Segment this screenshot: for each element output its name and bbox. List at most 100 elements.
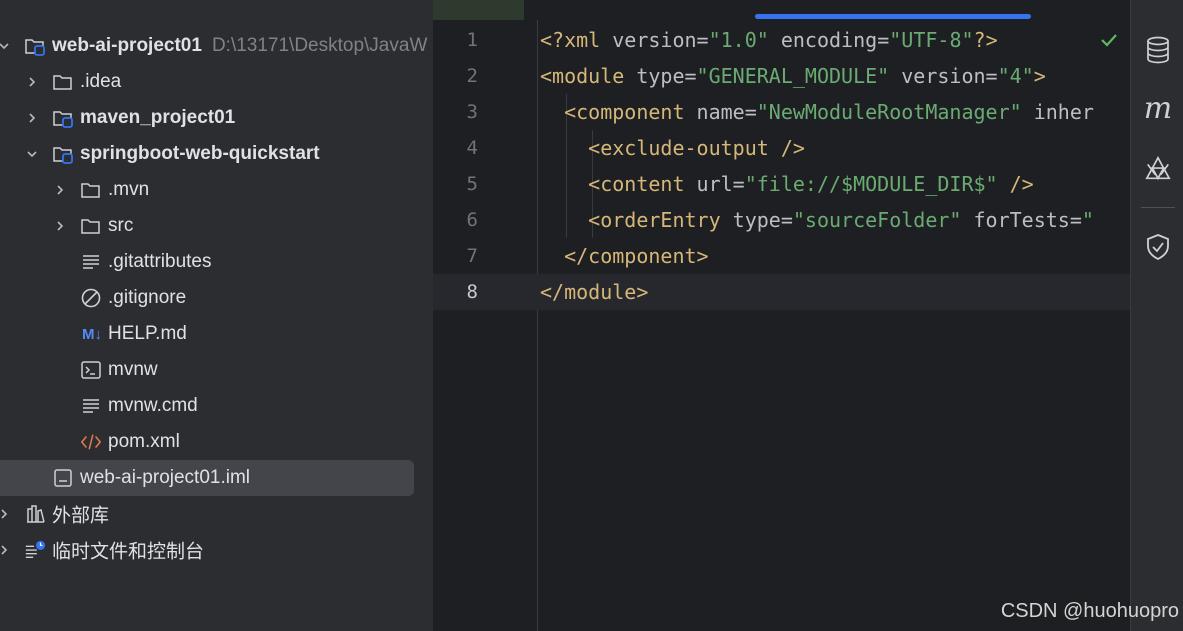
tree-item-mvnw[interactable]: mvnw — [0, 352, 433, 388]
ai-assistant-icon[interactable] — [1144, 155, 1172, 183]
code-text[interactable]: <content url="file://$MODULE_DIR$" /> — [540, 172, 1034, 196]
tree-item-help-md[interactable]: M↓ HELP.md — [0, 316, 433, 352]
tree-item-src[interactable]: src — [0, 208, 433, 244]
tree-item-label: web-ai-project01.iml — [80, 467, 251, 488]
tree-item-mvn[interactable]: .mvn — [0, 172, 433, 208]
active-tab-indicator — [755, 14, 1031, 19]
code-text[interactable]: <module type="GENERAL_MODULE" version="4… — [540, 64, 1046, 88]
code-line[interactable]: 8 </module> — [433, 274, 1130, 310]
line-number: 5 — [466, 173, 478, 195]
code-line[interactable]: 7 </component> — [433, 238, 1130, 274]
code-line[interactable]: 2 <module type="GENERAL_MODULE" version="… — [433, 58, 1130, 94]
line-number: 4 — [466, 137, 478, 159]
code-token: ?> — [973, 28, 998, 52]
tree-item-label: .gitignore — [108, 287, 187, 308]
code-token: " — [1081, 208, 1094, 232]
chevron-right-icon[interactable] — [25, 75, 39, 89]
root-project-path: D:\13171\Desktop\JavaW — [211, 35, 428, 56]
line-number: 8 — [466, 281, 478, 303]
folder-icon — [80, 215, 102, 237]
code-token: name — [696, 100, 745, 124]
code-token: encoding — [768, 28, 878, 52]
code-token: type — [732, 208, 781, 232]
code-text[interactable]: </module> — [540, 280, 648, 304]
line-number: 6 — [466, 209, 478, 231]
tree-item-label: springboot-web-quickstart — [80, 143, 320, 164]
chevron-down-icon[interactable] — [0, 39, 11, 53]
module-folder-icon — [52, 107, 74, 129]
module-folder-icon — [24, 35, 46, 57]
editor-tab-previous[interactable] — [433, 0, 524, 20]
code-token: = — [780, 208, 793, 232]
code-token: > — [1033, 64, 1046, 88]
chevron-right-icon[interactable] — [0, 507, 11, 521]
code-line[interactable]: 6 <orderEntry type="sourceFolder" forTes… — [433, 202, 1130, 238]
chevron-right-icon[interactable] — [53, 219, 67, 233]
code-token: = — [877, 28, 890, 52]
code-line[interactable]: 3 <component name="NewModuleRootManager"… — [433, 94, 1130, 130]
code-token: = — [744, 100, 757, 124]
code-line[interactable]: 5 <content url="file://$MODULE_DIR$" /> — [433, 166, 1130, 202]
code-token: </module> — [540, 280, 649, 304]
chevron-right-icon[interactable] — [0, 543, 11, 557]
code-text[interactable]: <orderEntry type="sourceFolder" forTests… — [540, 208, 1094, 232]
chevron-down-icon[interactable] — [25, 147, 39, 161]
tree-item-mvnw-cmd[interactable]: mvnw.cmd — [0, 388, 433, 424]
tree-item-maven-project01[interactable]: maven_project01 — [0, 100, 433, 136]
code-text[interactable]: </component> — [540, 244, 709, 268]
line-number: 1 — [466, 29, 478, 51]
editor-tab-strip — [433, 0, 1130, 20]
toolbar-separator — [1141, 207, 1175, 208]
partial-toolbar-icon[interactable] — [1144, 0, 1172, 4]
tree-item-idea[interactable]: .idea — [0, 64, 433, 100]
external-libraries-label: 外部库 — [52, 505, 110, 527]
root-name-text: web-ai-project01 — [52, 35, 202, 56]
project-tree-panel: web-ai-project01 D:\13171\Desktop\JavaW .… — [0, 0, 433, 631]
tree-item-external-libraries[interactable]: 外部库 — [0, 496, 433, 532]
code-editor[interactable]: 1 <?xml version="1.0" encoding="UTF-8"?> 2… — [433, 0, 1130, 631]
security-shield-icon[interactable] — [1144, 233, 1172, 261]
chevron-right-icon[interactable] — [53, 183, 67, 197]
tree-item-label: pom.xml — [108, 431, 180, 452]
maven-icon[interactable]: m — [1144, 91, 1172, 126]
code-token: "UTF-8" — [889, 28, 974, 52]
code-token: <module — [540, 64, 637, 88]
code-token: <content — [588, 172, 697, 196]
tree-item-scratches[interactable]: 临时文件和控制台 — [0, 532, 433, 568]
chevron-right-icon[interactable] — [25, 111, 39, 125]
csdn-watermark: CSDN @huohuopro — [1000, 600, 1179, 622]
database-icon[interactable] — [1144, 36, 1172, 64]
checkmark-icon[interactable] — [1099, 30, 1119, 50]
tree-item-label: mvnw.cmd — [108, 395, 198, 416]
tree-item-springboot-web-quickstart[interactable]: springboot-web-quickstart — [0, 136, 433, 172]
tree-item-gitattributes[interactable]: .gitattributes — [0, 244, 433, 280]
code-token: "file://$MODULE_DIR$" — [744, 172, 998, 196]
line-number: 7 — [466, 245, 478, 267]
tree-item-label: HELP.md — [108, 323, 187, 344]
tree-item-gitignore[interactable]: .gitignore — [0, 280, 433, 316]
root-project-name: web-ai-project01 D:\13171\Desktop\JavaW — [52, 35, 427, 57]
code-text[interactable]: <exclude-output /> — [540, 136, 805, 160]
code-text[interactable]: <component name="NewModuleRootManager" i… — [540, 100, 1094, 124]
tree-item-pom-xml[interactable]: pom.xml — [0, 424, 433, 460]
tree-item-label: .idea — [80, 71, 122, 92]
code-line[interactable]: 4 <exclude-output /> — [433, 130, 1130, 166]
code-token: url — [696, 172, 733, 196]
scratches-label: 临时文件和控制台 — [52, 541, 205, 563]
tree-item-label: .mvn — [108, 179, 150, 200]
code-text[interactable]: <?xml version="1.0" encoding="UTF-8"?> — [540, 28, 998, 52]
code-token: = — [732, 172, 745, 196]
line-number: 2 — [466, 65, 478, 87]
code-line[interactable]: 1 <?xml version="1.0" encoding="UTF-8"?> — [433, 22, 1130, 58]
code-token: </component> — [564, 244, 709, 268]
shell-script-icon — [80, 359, 102, 381]
tree-item-root[interactable]: web-ai-project01 D:\13171\Desktop\JavaW — [0, 28, 433, 64]
text-file-icon — [80, 251, 102, 273]
code-token: version — [889, 64, 986, 88]
tree-item-iml[interactable]: web-ai-project01.iml — [0, 460, 433, 496]
code-token: = — [684, 64, 697, 88]
